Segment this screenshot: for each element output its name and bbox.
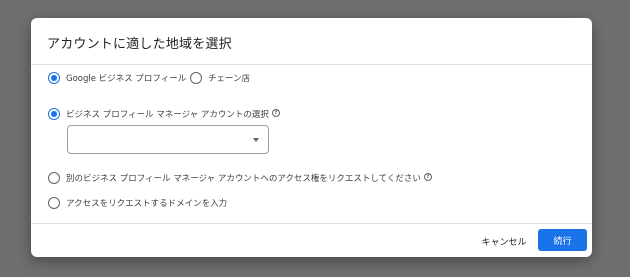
radio-option-enter-domain[interactable]: アクセスをリクエストするドメインを入力 xyxy=(48,195,227,211)
radio-button-manager-account[interactable] xyxy=(48,108,60,120)
radio-label-google-business-profile[interactable]: Google ビジネス プロフィール xyxy=(66,72,186,84)
radio-button-enter-domain[interactable] xyxy=(48,197,60,209)
dropdown-arrow-icon xyxy=(253,138,259,142)
radio-option-request-access[interactable]: 別のビジネス プロフィール マネージャ アカウントへのアクセス権をリクエストして… xyxy=(48,170,432,186)
select-region-dialog: アカウントに適した地域を選択 Google ビジネス プロフィール チェーン店 … xyxy=(31,18,592,257)
cancel-button[interactable]: キャンセル xyxy=(472,230,536,252)
manager-account-select[interactable] xyxy=(67,125,269,154)
radio-label-enter-domain[interactable]: アクセスをリクエストするドメインを入力 xyxy=(66,197,227,209)
continue-button[interactable]: 続行 xyxy=(538,229,587,251)
radio-button-google-business-profile[interactable] xyxy=(48,72,60,84)
radio-option-manager-account[interactable]: ビジネス プロフィール マネージャ アカウントの選択 ? xyxy=(48,106,280,122)
radio-button-chain-store[interactable] xyxy=(190,72,202,84)
radio-button-request-access[interactable] xyxy=(48,172,60,184)
radio-option-chain-store[interactable]: チェーン店 xyxy=(190,70,250,86)
help-circle-icon[interactable]: ? xyxy=(423,172,432,181)
divider xyxy=(31,223,592,224)
radio-label-chain-store[interactable]: チェーン店 xyxy=(208,72,250,84)
dialog-title: アカウントに適した地域を選択 xyxy=(47,37,232,52)
help-circle-icon[interactable]: ? xyxy=(271,108,280,117)
radio-option-google-business-profile[interactable]: Google ビジネス プロフィール xyxy=(48,70,186,86)
radio-label-manager-account[interactable]: ビジネス プロフィール マネージャ アカウントの選択 xyxy=(66,108,269,120)
divider xyxy=(31,64,592,65)
radio-label-request-access[interactable]: 別のビジネス プロフィール マネージャ アカウントへのアクセス権をリクエストして… xyxy=(66,172,421,184)
